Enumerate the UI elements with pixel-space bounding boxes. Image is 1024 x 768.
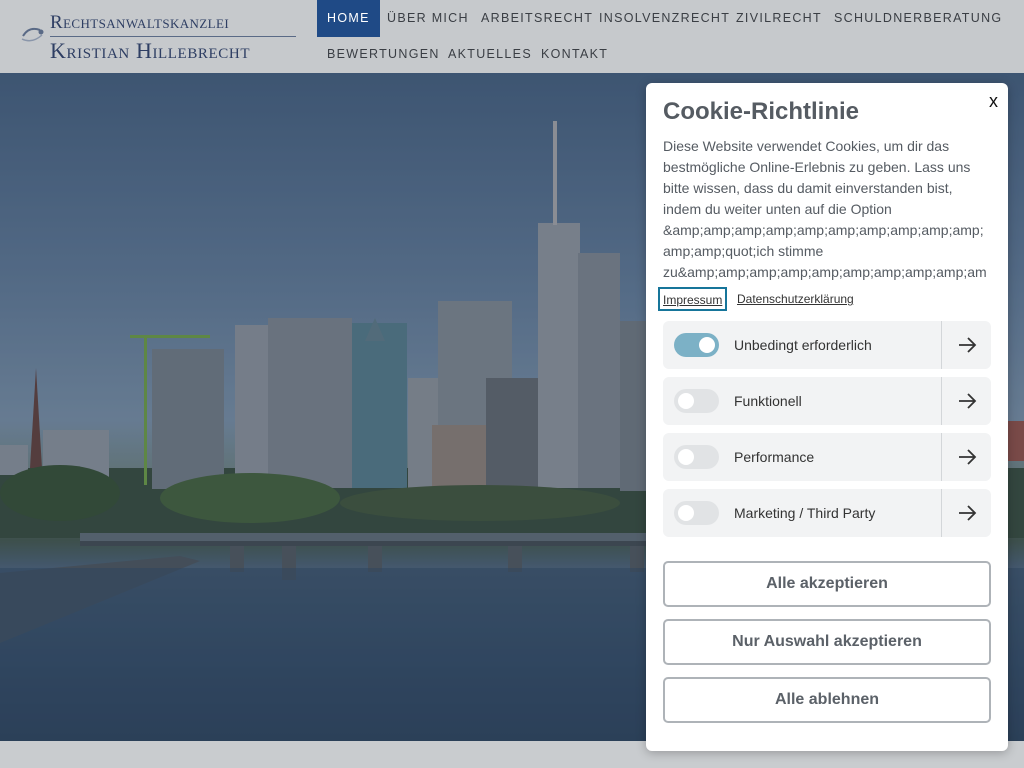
nav-item-schuldnerberatung[interactable]: SCHULDNERBERATUNG bbox=[824, 0, 1012, 37]
reject-all-button[interactable]: Alle ablehnen bbox=[663, 677, 991, 723]
site-logo[interactable]: Rechtsanwaltskanzlei Kristian Hillebrech… bbox=[20, 12, 300, 64]
cookie-category-necessary: Unbedingt erforderlich bbox=[663, 321, 991, 369]
nav-item-bewertungen[interactable]: BEWERTUNGEN bbox=[317, 36, 450, 73]
functional-details-button[interactable] bbox=[942, 377, 991, 425]
nav-item-kontakt[interactable]: KONTAKT bbox=[531, 36, 618, 73]
cookie-dialog-title: Cookie-Richtlinie bbox=[663, 98, 860, 125]
nav-item-arbeitsrecht[interactable]: ARBEITSRECHT bbox=[471, 0, 603, 37]
arrow-right-icon bbox=[959, 393, 977, 409]
cookie-consent-dialog: x Cookie-Richtlinie Diese Website verwen… bbox=[646, 83, 1008, 751]
nav-item-aktuelles[interactable]: AKTUELLES bbox=[438, 36, 542, 73]
category-label: Unbedingt erforderlich bbox=[734, 337, 872, 353]
accept-selection-button[interactable]: Nur Auswahl akzeptieren bbox=[663, 619, 991, 665]
marketing-details-button[interactable] bbox=[942, 489, 991, 537]
category-label: Marketing / Third Party bbox=[734, 505, 876, 521]
category-label: Funktionell bbox=[734, 393, 802, 409]
toggle-knob bbox=[678, 505, 694, 521]
arrow-right-icon bbox=[959, 505, 977, 521]
datenschutz-link[interactable]: Datenschutzerklärung bbox=[737, 287, 854, 311]
site-header: Rechtsanwaltskanzlei Kristian Hillebrech… bbox=[0, 0, 1024, 73]
necessary-toggle[interactable] bbox=[674, 333, 719, 357]
scales-logo-icon bbox=[21, 27, 44, 42]
marketing-toggle[interactable] bbox=[674, 501, 719, 525]
category-label: Performance bbox=[734, 449, 815, 465]
impressum-link[interactable]: Impressum bbox=[658, 287, 728, 311]
logo-divider bbox=[50, 36, 296, 37]
cookie-category-functional: Funktionell bbox=[663, 377, 991, 425]
performance-details-button[interactable] bbox=[942, 433, 991, 481]
toggle-knob bbox=[678, 393, 694, 409]
performance-toggle[interactable] bbox=[674, 445, 719, 469]
cookie-category-performance: Performance bbox=[663, 433, 991, 481]
nav-item-zivilrecht[interactable]: ZIVILRECHT bbox=[726, 0, 832, 37]
cookie-close-button[interactable]: x bbox=[989, 91, 998, 112]
nav-item-ueber-mich[interactable]: ÜBER MICH bbox=[377, 0, 479, 37]
toggle-knob bbox=[699, 337, 715, 353]
functional-toggle[interactable] bbox=[674, 389, 719, 413]
toggle-knob bbox=[678, 449, 694, 465]
accept-all-button[interactable]: Alle akzeptieren bbox=[663, 561, 991, 607]
necessary-details-button[interactable] bbox=[942, 321, 991, 369]
nav-item-insolvenzrecht[interactable]: INSOLVENZRECHT bbox=[589, 0, 740, 37]
logo-line-2: Kristian Hillebrecht bbox=[50, 38, 251, 63]
nav-item-home[interactable]: HOME bbox=[317, 0, 380, 37]
cookie-description: Diese Website verwendet Cookies, um dir … bbox=[663, 138, 987, 280]
logo-line-1: Rechtsanwaltskanzlei bbox=[50, 12, 230, 33]
arrow-right-icon bbox=[959, 449, 977, 465]
arrow-right-icon bbox=[959, 337, 977, 353]
cookie-category-marketing: Marketing / Third Party bbox=[663, 489, 991, 537]
